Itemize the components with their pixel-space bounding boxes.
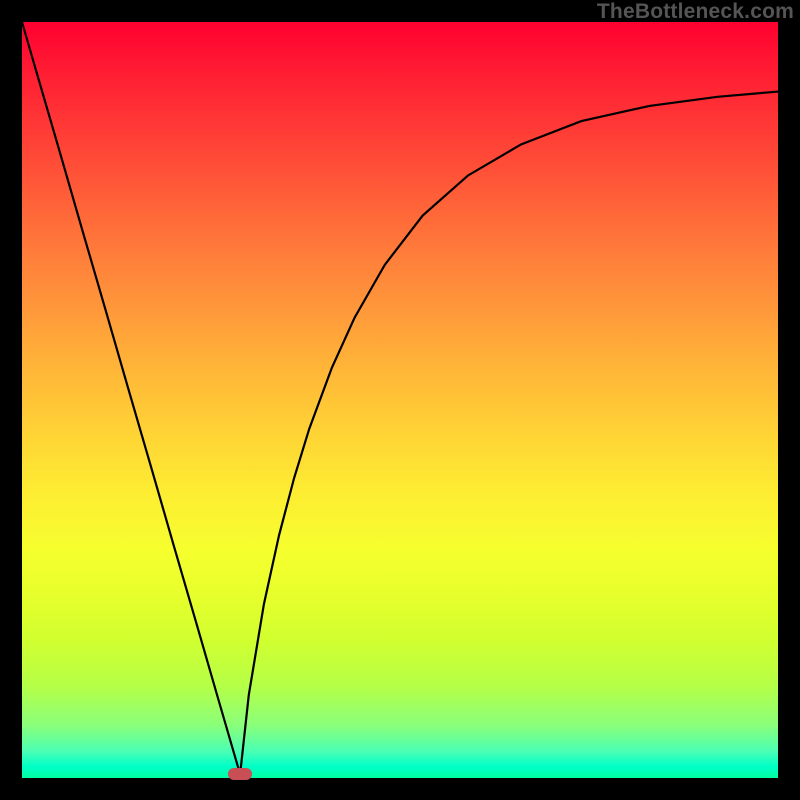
watermark-text: TheBottleneck.com [597, 0, 794, 24]
bottleneck-curve [22, 22, 778, 774]
minimum-marker [228, 768, 252, 780]
chart-line-layer [22, 22, 778, 778]
